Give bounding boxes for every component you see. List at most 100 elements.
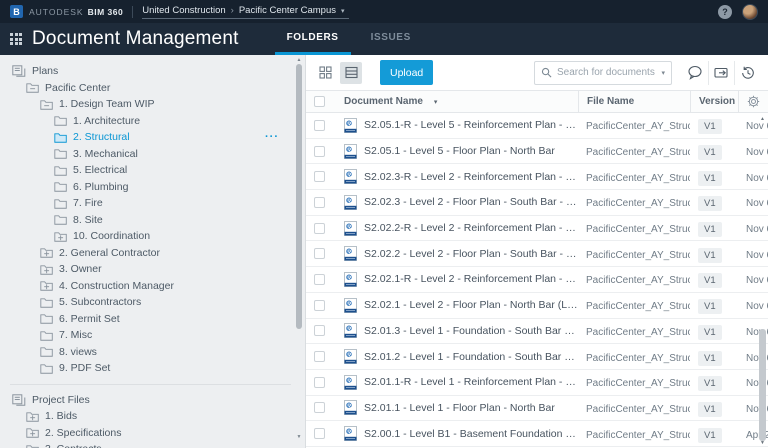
version-badge[interactable]: V1	[698, 247, 722, 263]
sidebar-scroll-down-icon[interactable]: ▼	[295, 434, 303, 440]
version-badge[interactable]: V1	[698, 401, 722, 417]
document-name-link[interactable]: S2.02.1-R - Level 2 - Reinforcement Plan…	[364, 273, 578, 285]
row-checkbox[interactable]	[314, 196, 325, 208]
document-name-link[interactable]: S2.05.1 - Level 5 - Floor Plan - North B…	[364, 145, 555, 157]
row-checkbox[interactable]	[314, 376, 325, 388]
tree-item-8-site[interactable]: 8. Site	[0, 212, 305, 229]
comment-icon[interactable]	[682, 61, 708, 85]
column-version[interactable]: Version	[690, 91, 738, 112]
tree-item-1-design-team-wip[interactable]: 1. Design Team WIP	[0, 96, 305, 113]
row-checkbox[interactable]	[314, 145, 325, 157]
version-badge[interactable]: V1	[698, 119, 722, 135]
tree-item-3-contracts[interactable]: 3. Contracts	[0, 441, 305, 448]
table-row[interactable]: S2.02.3 - Level 2 - Floor Plan - South B…	[306, 190, 768, 216]
row-checkbox[interactable]	[314, 325, 325, 337]
row-checkbox[interactable]	[314, 428, 325, 440]
list-view-icon[interactable]	[340, 61, 362, 84]
tree-item-2-general-contractor[interactable]: 2. General Contractor	[0, 245, 305, 262]
table-row[interactable]: S2.05.1-R - Level 5 - Reinforcement Plan…	[306, 113, 768, 139]
tree-item-9-pdf-set[interactable]: 9. PDF Set	[0, 360, 305, 377]
sidebar-scrollbar-thumb[interactable]	[296, 64, 302, 329]
document-name-link[interactable]: S2.01.1 - Level 1 - Floor Plan - North B…	[364, 402, 555, 414]
row-checkbox[interactable]	[314, 119, 325, 131]
history-icon[interactable]	[734, 60, 760, 85]
sidebar-scrollbar[interactable]: ▲ ▼	[295, 57, 303, 448]
tree-item-7-misc[interactable]: 7. Misc	[0, 327, 305, 344]
row-checkbox[interactable]	[314, 273, 325, 285]
row-checkbox[interactable]	[314, 402, 325, 414]
table-row[interactable]: S2.00.1 - Level B1 - Basement Foundation…	[306, 421, 768, 447]
tree-item-6-plumbing[interactable]: 6. Plumbing	[0, 179, 305, 196]
grid-view-icon[interactable]	[314, 62, 336, 84]
table-row[interactable]: S2.01.3 - Level 1 - Foundation - South B…	[306, 319, 768, 345]
breadcrumb-account[interactable]: United Construction	[142, 5, 225, 16]
row-checkbox[interactable]	[314, 248, 325, 260]
document-name-link[interactable]: S2.01.2 - Level 1 - Foundation - South B…	[364, 351, 578, 363]
tree-item-project-files[interactable]: Project Files	[0, 392, 305, 409]
tab-folders[interactable]: FOLDERS	[274, 23, 351, 55]
table-row[interactable]: S2.01.1 - Level 1 - Floor Plan - North B…	[306, 396, 768, 422]
tree-item-1-architecture[interactable]: 1. Architecture	[0, 113, 305, 130]
document-name-link[interactable]: S2.01.1-R - Level 1 - Reinforcement Plan…	[364, 376, 578, 388]
user-avatar[interactable]	[742, 3, 758, 20]
version-badge[interactable]: V1	[698, 196, 722, 212]
table-row[interactable]: S2.02.1-R - Level 2 - Reinforcement Plan…	[306, 267, 768, 293]
row-checkbox[interactable]	[314, 351, 325, 363]
help-icon[interactable]: ?	[718, 4, 732, 19]
export-icon[interactable]	[708, 60, 734, 85]
table-row[interactable]: S2.02.2-R - Level 2 - Reinforcement Plan…	[306, 216, 768, 242]
table-scrollbar[interactable]: ▲ ▼	[758, 114, 767, 448]
app-switcher-icon[interactable]	[10, 33, 22, 45]
tree-item-6-permit-set[interactable]: 6. Permit Set	[0, 311, 305, 328]
search-input[interactable]	[557, 67, 657, 78]
tree-item-8-views[interactable]: 8. views	[0, 344, 305, 361]
table-scroll-down-icon[interactable]: ▼	[758, 440, 767, 446]
bim360-logo-icon[interactable]: B	[10, 5, 23, 18]
tree-item-plans[interactable]: Plans	[0, 63, 305, 80]
row-checkbox[interactable]	[314, 171, 325, 183]
tree-item-4-construction-manager[interactable]: 4. Construction Manager	[0, 278, 305, 295]
version-badge[interactable]: V1	[698, 170, 722, 186]
row-checkbox[interactable]	[314, 222, 325, 234]
project-breadcrumb[interactable]: United Construction › Pacific Center Cam…	[142, 4, 349, 19]
tree-item-3-owner[interactable]: 3. Owner	[0, 261, 305, 278]
table-scrollbar-thumb[interactable]	[759, 329, 766, 441]
upload-button[interactable]: Upload	[380, 60, 434, 85]
version-badge[interactable]: V1	[698, 299, 722, 315]
tree-item-7-fire[interactable]: 7. Fire	[0, 195, 305, 212]
version-badge[interactable]: V1	[698, 427, 722, 443]
column-document-name[interactable]: Document Name	[344, 96, 423, 107]
document-name-link[interactable]: S2.02.1 - Level 2 - Floor Plan - North B…	[364, 299, 578, 311]
version-badge[interactable]: V1	[698, 145, 722, 161]
document-name-link[interactable]: S2.02.3-R - Level 2 - Reinforcement Plan…	[364, 171, 578, 183]
select-all-checkbox[interactable]	[314, 96, 325, 107]
document-name-link[interactable]: S2.02.3 - Level 2 - Floor Plan - South B…	[364, 196, 578, 208]
tree-item-1-bids[interactable]: 1. Bids	[0, 408, 305, 425]
table-row[interactable]: S2.05.1 - Level 5 - Floor Plan - North B…	[306, 139, 768, 165]
tree-item-5-subcontractors[interactable]: 5. Subcontractors	[0, 294, 305, 311]
table-row[interactable]: S2.02.3-R - Level 2 - Reinforcement Plan…	[306, 164, 768, 191]
document-name-link[interactable]: S2.02.2 - Level 2 - Floor Plan - South B…	[364, 248, 578, 260]
version-badge[interactable]: V1	[698, 376, 722, 392]
sidebar-scroll-up-icon[interactable]: ▲	[295, 57, 303, 63]
more-options-button[interactable]: ···	[265, 132, 279, 143]
tree-item-2-specifications[interactable]: 2. Specifications	[0, 425, 305, 442]
version-badge[interactable]: V1	[698, 324, 722, 340]
breadcrumb-project[interactable]: Pacific Center Campus	[239, 5, 336, 16]
column-settings-gear-icon[interactable]	[747, 95, 760, 108]
version-badge[interactable]: V1	[698, 222, 722, 238]
tree-item-10-coordination[interactable]: 10. Coordination	[0, 228, 305, 245]
document-name-link[interactable]: S2.05.1-R - Level 5 - Reinforcement Plan…	[364, 119, 578, 131]
tab-issues[interactable]: ISSUES	[359, 23, 423, 55]
table-row[interactable]: S2.02.1 - Level 2 - Floor Plan - North B…	[306, 293, 768, 319]
row-checkbox[interactable]	[314, 299, 325, 311]
version-badge[interactable]: V1	[698, 350, 722, 366]
document-name-link[interactable]: S2.00.1 - Level B1 - Basement Foundation…	[364, 428, 578, 440]
table-row[interactable]: S2.02.2 - Level 2 - Floor Plan - South B…	[306, 241, 768, 268]
table-row[interactable]: S2.01.1-R - Level 1 - Reinforcement Plan…	[306, 370, 768, 396]
column-file-name[interactable]: File Name	[578, 91, 690, 112]
document-name-link[interactable]: S2.02.2-R - Level 2 - Reinforcement Plan…	[364, 222, 578, 234]
version-badge[interactable]: V1	[698, 273, 722, 289]
tree-item-2-structural[interactable]: 2. Structural ···	[0, 129, 305, 146]
tree-item-5-electrical[interactable]: 5. Electrical	[0, 162, 305, 179]
